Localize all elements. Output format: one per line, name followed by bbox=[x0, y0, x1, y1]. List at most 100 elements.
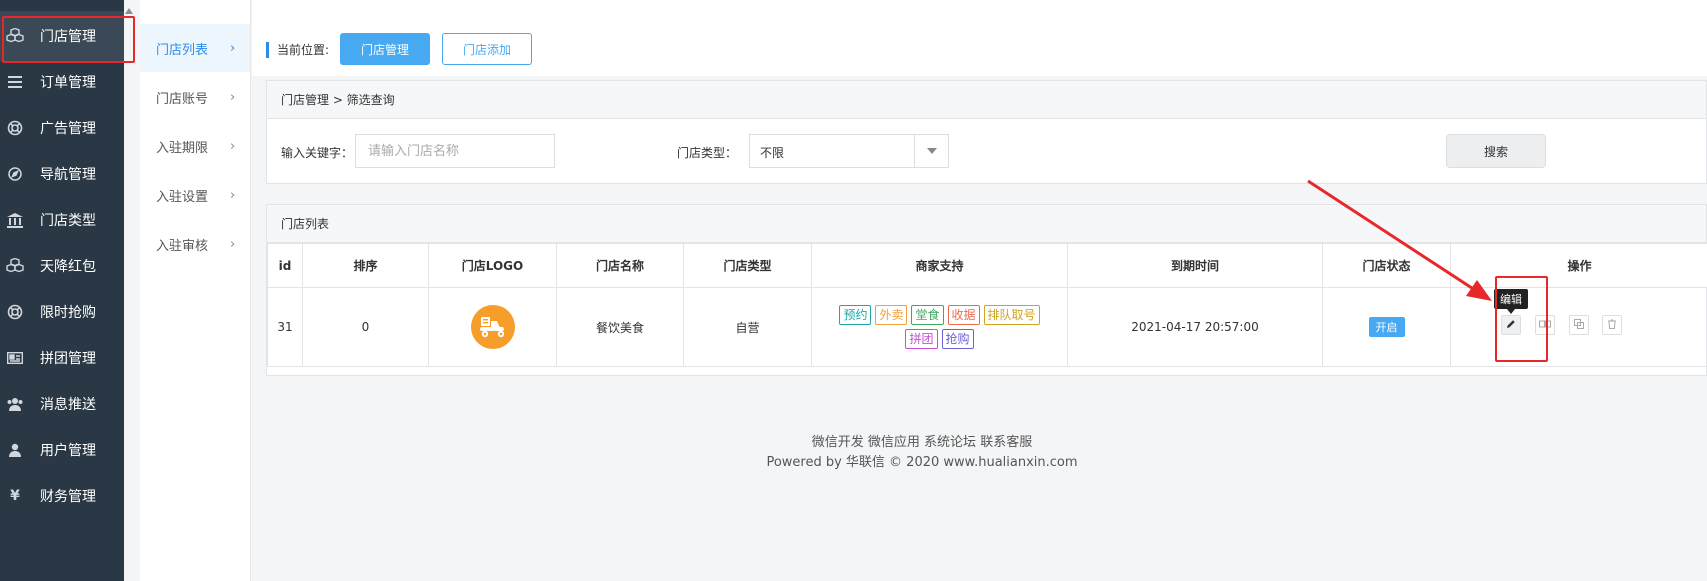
users-icon bbox=[1539, 319, 1551, 332]
tag-reservation: 预约 bbox=[839, 305, 872, 325]
store-type-label: 门店类型： bbox=[677, 146, 738, 160]
users-icon bbox=[6, 395, 24, 413]
store-type-select[interactable]: 不限 bbox=[749, 134, 949, 168]
sidebar-item-store-management[interactable]: 门店管理 bbox=[0, 11, 124, 61]
chevron-right-icon: › bbox=[230, 138, 236, 154]
trash-icon bbox=[1607, 319, 1617, 332]
subnav-item-settle-review[interactable]: 入驻审核 › bbox=[140, 220, 250, 268]
sidebar-item-label: 财务管理 bbox=[40, 489, 96, 505]
sidebar-item-user-management[interactable]: 用户管理 bbox=[0, 425, 124, 475]
scroll-up-icon[interactable] bbox=[125, 8, 133, 14]
user-icon bbox=[6, 441, 24, 459]
table-row: 31 0 餐饮美食 自营 预约 外卖 堂食 收据 排队取号 拼团 抢购 2021… bbox=[267, 287, 1707, 367]
tag-dine-in: 堂食 bbox=[911, 305, 944, 325]
page: 门店管理 订单管理 广告管理 导航管理 门店类型 天降红包 限时抢购 拼团管理 … bbox=[0, 0, 1707, 581]
main-sidebar: 门店管理 订单管理 广告管理 导航管理 门店类型 天降红包 限时抢购 拼团管理 … bbox=[0, 0, 124, 581]
bank-icon bbox=[6, 211, 24, 229]
sidebar-item-group-buy[interactable]: 拼团管理 bbox=[0, 333, 124, 383]
tag-takeout: 外卖 bbox=[875, 305, 908, 325]
sidebar-item-label: 用户管理 bbox=[40, 443, 96, 459]
footer-links[interactable]: 微信开发 微信应用 系统论坛 联系客服 bbox=[252, 431, 1592, 450]
store-list-panel: 门店列表 id 排序 门店LOGO 门店名称 门店类型 商家支持 到期时间 门店… bbox=[266, 204, 1707, 376]
subnav-item-label: 入驻设置 bbox=[156, 189, 209, 205]
search-button[interactable]: 搜索 bbox=[1446, 134, 1546, 168]
account-button[interactable] bbox=[1535, 315, 1555, 335]
tag-flash-sale: 抢购 bbox=[941, 329, 974, 349]
sidebar-item-label: 限时抢购 bbox=[40, 305, 96, 321]
sidebar-item-label: 导航管理 bbox=[40, 167, 96, 183]
select-divider bbox=[914, 135, 915, 167]
cell-actions: 编辑 bbox=[1450, 287, 1707, 367]
table-header-row: id 排序 门店LOGO 门店名称 门店类型 商家支持 到期时间 门店状态 操作 bbox=[267, 243, 1707, 288]
status-badge: 开启 bbox=[1368, 317, 1405, 337]
sidebar-item-label: 天降红包 bbox=[40, 259, 96, 275]
cubes-icon bbox=[6, 257, 24, 275]
subnav-item-label: 门店列表 bbox=[156, 42, 209, 58]
copy-icon bbox=[1574, 318, 1584, 332]
cell-logo bbox=[428, 287, 557, 367]
column-header-type: 门店类型 bbox=[683, 243, 812, 288]
sidebar-item-nav-management[interactable]: 导航管理 bbox=[0, 149, 124, 199]
column-header-support: 商家支持 bbox=[811, 243, 1068, 288]
sidebar-item-label: 拼团管理 bbox=[40, 351, 96, 367]
yen-icon: ¥ bbox=[10, 488, 20, 504]
sidebar-item-finance[interactable]: ¥ 财务管理 bbox=[0, 471, 124, 521]
filter-panel: 门店管理 > 筛选查询 输入关键字： 门店类型： 不限 搜索 bbox=[266, 80, 1707, 184]
store-list-title: 门店列表 bbox=[267, 205, 1706, 243]
cell-type: 自营 bbox=[683, 287, 812, 367]
tag-group-buy: 拼团 bbox=[905, 329, 938, 349]
add-store-button[interactable]: 门店添加 bbox=[442, 33, 532, 65]
sidebar-item-label: 门店类型 bbox=[40, 213, 96, 229]
current-location-label: 当前位置: bbox=[277, 43, 330, 57]
sidebar-item-red-packet[interactable]: 天降红包 bbox=[0, 241, 124, 291]
sub-navigation: 门店列表 › 门店账号 › 入驻期限 › 入驻设置 › 入驻审核 › bbox=[140, 0, 251, 581]
edit-tooltip: 编辑 bbox=[1494, 289, 1528, 314]
lifebuoy-icon bbox=[6, 303, 24, 321]
filter-row: 输入关键字： 门店类型： 不限 搜索 bbox=[267, 119, 1706, 183]
copy-button[interactable] bbox=[1569, 315, 1589, 335]
cell-sort: 0 bbox=[302, 287, 429, 367]
cell-expire: 2021-04-17 20:57:00 bbox=[1067, 287, 1323, 367]
sidebar-item-label: 订单管理 bbox=[40, 75, 96, 91]
subnav-item-label: 门店账号 bbox=[156, 91, 209, 107]
store-type-value: 不限 bbox=[760, 146, 785, 160]
store-management-button[interactable]: 门店管理 bbox=[340, 33, 430, 65]
subnav-item-store-list[interactable]: 门店列表 › bbox=[140, 24, 250, 72]
main-content: 当前位置: 门店管理 门店添加 门店管理 > 筛选查询 输入关键字： 门店类型：… bbox=[252, 0, 1707, 581]
column-header-status: 门店状态 bbox=[1322, 243, 1451, 288]
cell-status: 开启 bbox=[1322, 287, 1451, 367]
sidebar-item-flash-sale[interactable]: 限时抢购 bbox=[0, 287, 124, 337]
sidebar-item-label: 门店管理 bbox=[40, 29, 96, 45]
subnav-item-label: 入驻审核 bbox=[156, 238, 209, 254]
cubes-icon bbox=[6, 27, 24, 45]
column-header-id: id bbox=[267, 243, 303, 288]
breadcrumb-marker bbox=[266, 42, 269, 58]
sidebar-item-store-type[interactable]: 门店类型 bbox=[0, 195, 124, 245]
delete-button[interactable] bbox=[1602, 315, 1622, 335]
chevron-right-icon: › bbox=[230, 89, 236, 105]
tag-receipt: 收据 bbox=[947, 305, 980, 325]
support-tags: 预约 外卖 堂食 收据 排队取号 拼团 抢购 bbox=[830, 305, 1050, 349]
sidebar-item-label: 消息推送 bbox=[40, 397, 96, 413]
store-table: id 排序 门店LOGO 门店名称 门店类型 商家支持 到期时间 门店状态 操作… bbox=[267, 243, 1707, 367]
card-icon bbox=[6, 349, 24, 367]
cell-id: 31 bbox=[267, 287, 303, 367]
sidebar-item-label: 广告管理 bbox=[40, 121, 96, 137]
chevron-down-icon bbox=[927, 148, 937, 154]
footer-powered-by: Powered by 华联信 © 2020 www.hualianxin.com bbox=[766, 455, 1078, 470]
column-header-name: 门店名称 bbox=[556, 243, 684, 288]
store-logo-scooter-icon bbox=[470, 305, 515, 349]
edit-button[interactable] bbox=[1501, 315, 1521, 335]
breadcrumb-bar: 当前位置: 门店管理 门店添加 bbox=[252, 0, 1707, 76]
subnav-item-settle-settings[interactable]: 入驻设置 › bbox=[140, 171, 250, 219]
sidebar-item-message-push[interactable]: 消息推送 bbox=[0, 379, 124, 429]
cell-support: 预约 外卖 堂食 收据 排队取号 拼团 抢购 bbox=[811, 287, 1068, 367]
sidebar-item-order-management[interactable]: 订单管理 bbox=[0, 57, 124, 107]
subnav-item-store-account[interactable]: 门店账号 › bbox=[140, 73, 250, 121]
column-header-expire: 到期时间 bbox=[1067, 243, 1323, 288]
compass-icon bbox=[6, 165, 24, 183]
sidebar-item-ad-management[interactable]: 广告管理 bbox=[0, 103, 124, 153]
subnav-item-settle-period[interactable]: 入驻期限 › bbox=[140, 122, 250, 170]
keyword-input[interactable] bbox=[355, 134, 555, 168]
column-header-sort: 排序 bbox=[302, 243, 429, 288]
